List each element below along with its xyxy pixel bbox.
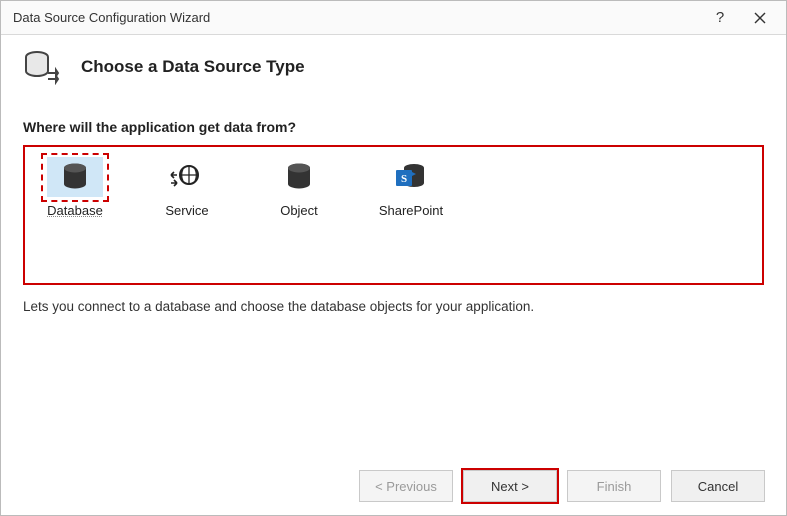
sharepoint-icon: S — [383, 157, 439, 197]
title-bar: Data Source Configuration Wizard ? — [1, 1, 786, 35]
database-icon — [47, 157, 103, 197]
option-label: SharePoint — [379, 203, 443, 218]
svg-text:S: S — [401, 173, 407, 185]
help-button[interactable]: ? — [700, 4, 740, 32]
option-label: Database — [47, 203, 103, 218]
close-button[interactable] — [740, 4, 780, 32]
help-icon: ? — [716, 9, 724, 26]
window-title: Data Source Configuration Wizard — [13, 10, 700, 25]
wizard-header: Choose a Data Source Type — [1, 35, 786, 115]
next-button[interactable]: Next > — [463, 470, 557, 502]
wizard-footer: < Previous Next > Finish Cancel — [359, 470, 765, 502]
previous-button: < Previous — [359, 470, 453, 502]
option-database[interactable]: Database — [37, 157, 113, 218]
close-icon — [754, 12, 766, 24]
service-icon — [159, 157, 215, 197]
options-container: Database Service — [23, 145, 764, 285]
option-sharepoint[interactable]: S SharePoint — [373, 157, 449, 218]
wizard-step-title: Choose a Data Source Type — [81, 57, 305, 77]
datasource-header-icon — [23, 49, 63, 85]
option-label: Service — [165, 203, 208, 218]
prompt-label: Where will the application get data from… — [23, 119, 764, 135]
wizard-content: Where will the application get data from… — [1, 115, 786, 314]
cancel-button[interactable]: Cancel — [671, 470, 765, 502]
options-row: Database Service — [37, 157, 750, 218]
object-icon — [271, 157, 327, 197]
option-service[interactable]: Service — [149, 157, 225, 218]
finish-button: Finish — [567, 470, 661, 502]
option-label: Object — [280, 203, 318, 218]
option-object[interactable]: Object — [261, 157, 337, 218]
option-description: Lets you connect to a database and choos… — [23, 299, 764, 314]
